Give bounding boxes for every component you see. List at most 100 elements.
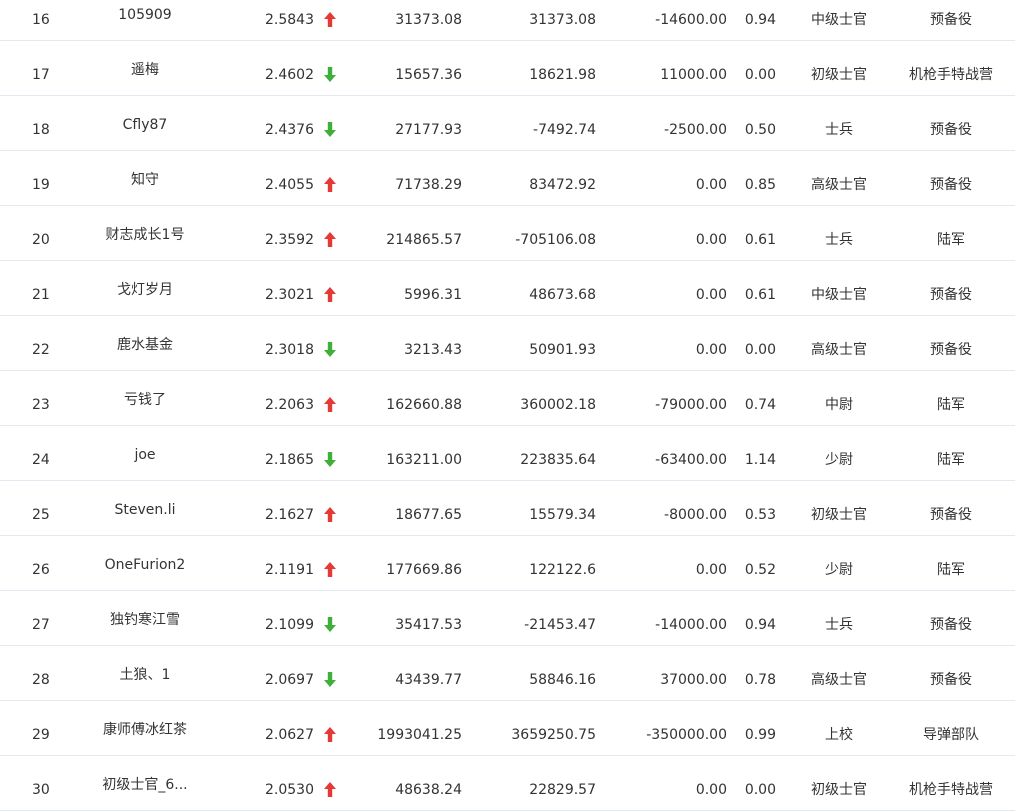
rank-cell: 30 [32,782,50,798]
value-cell-1: 48638.24 [395,782,462,798]
group-cell: 机枪手特战营 [909,67,993,83]
level-cell: 中级士官 [811,287,867,303]
user-name-cell[interactable]: 鹿水基金 [90,335,200,355]
group-cell: 预备役 [930,12,972,28]
table-row[interactable]: 19 知守 2.4055 71738.29 83472.92 0.00 0.85… [0,151,1015,206]
user-name-cell[interactable]: 独钓寒江雪 [90,610,200,630]
score-cell: 2.3592 [265,232,314,248]
table-row[interactable]: 22 鹿水基金 2.3018 3213.43 50901.93 0.00 0.0… [0,316,1015,371]
value-cell-3: -8000.00 [664,507,727,523]
arrow-down-icon [323,616,337,633]
table-row[interactable]: 26 OneFurion2 2.1191 177669.86 122122.6 … [0,536,1015,591]
user-name-cell[interactable]: Cfly87 [90,115,200,135]
value-cell-4: 0.00 [744,67,776,83]
arrow-down-icon [323,671,337,688]
user-name-cell[interactable]: 戈灯岁月 [90,280,200,300]
user-name-cell[interactable]: joe [90,445,200,465]
level-cell: 士兵 [825,232,853,248]
rank-cell: 18 [32,122,50,138]
leaderboard-table: 16 105909 2.5843 31373.08 31373.08 -1460… [0,0,1015,811]
value-cell-1: 35417.53 [395,617,462,633]
table-row[interactable]: 30 初级士官_6... 2.0530 48638.24 22829.57 0.… [0,756,1015,811]
group-cell: 预备役 [930,122,972,138]
value-cell-4: 0.94 [744,12,776,28]
user-name-cell[interactable]: 105909 [90,5,200,25]
value-cell-4: 1.14 [744,452,776,468]
arrow-up-icon [323,726,337,743]
value-cell-4: 0.00 [744,342,776,358]
value-cell-4: 0.94 [744,617,776,633]
value-cell-2: -21453.47 [524,617,596,633]
table-row[interactable]: 20 财志成长1号 2.3592 214865.57 -705106.08 0.… [0,206,1015,261]
score-cell: 2.3018 [265,342,314,358]
level-cell: 中级士官 [811,12,867,28]
value-cell-3: -2500.00 [664,122,727,138]
table-row[interactable]: 23 亏钱了 2.2063 162660.88 360002.18 -79000… [0,371,1015,426]
score-cell: 2.4376 [265,122,314,138]
table-row[interactable]: 28 土狼、1 2.0697 43439.77 58846.16 37000.0… [0,646,1015,701]
value-cell-4: 0.99 [744,727,776,743]
group-cell: 预备役 [930,342,972,358]
table-row[interactable]: 24 joe 2.1865 163211.00 223835.64 -63400… [0,426,1015,481]
table-row[interactable]: 25 Steven.li 2.1627 18677.65 15579.34 -8… [0,481,1015,536]
rank-cell: 21 [32,287,50,303]
rank-cell: 22 [32,342,50,358]
user-name-cell[interactable]: 遥梅 [90,60,200,80]
table-row[interactable]: 27 独钓寒江雪 2.1099 35417.53 -21453.47 -1400… [0,591,1015,646]
group-cell: 陆军 [937,562,965,578]
value-cell-2: -705106.08 [515,232,596,248]
value-cell-3: 0.00 [695,342,727,358]
group-cell: 陆军 [937,232,965,248]
user-name-cell[interactable]: 土狼、1 [90,665,200,685]
table-row[interactable]: 21 戈灯岁月 2.3021 5996.31 48673.68 0.00 0.6… [0,261,1015,316]
rank-cell: 29 [32,727,50,743]
user-name-cell[interactable]: 财志成长1号 [90,225,200,245]
value-cell-2: -7492.74 [533,122,596,138]
user-name-cell[interactable]: Steven.li [90,500,200,520]
score-cell: 2.1627 [265,507,314,523]
value-cell-1: 177669.86 [386,562,462,578]
score-cell: 2.1099 [265,617,314,633]
level-cell: 中尉 [825,397,853,413]
level-cell: 初级士官 [811,782,867,798]
group-cell: 导弹部队 [923,727,979,743]
table-row[interactable]: 17 遥梅 2.4602 15657.36 18621.98 11000.00 … [0,41,1015,96]
rank-cell: 25 [32,507,50,523]
value-cell-2: 31373.08 [529,12,596,28]
arrow-down-icon [323,451,337,468]
group-cell: 陆军 [937,452,965,468]
user-name-cell[interactable]: 初级士官_6... [90,775,200,795]
table-row[interactable]: 29 康师傅冰红茶 2.0627 1993041.25 3659250.75 -… [0,701,1015,756]
value-cell-3: 0.00 [695,782,727,798]
value-cell-2: 48673.68 [529,287,596,303]
value-cell-1: 3213.43 [404,342,462,358]
level-cell: 士兵 [825,122,853,138]
table-row[interactable]: 16 105909 2.5843 31373.08 31373.08 -1460… [0,0,1015,41]
value-cell-3: 0.00 [695,177,727,193]
rank-cell: 24 [32,452,50,468]
level-cell: 少尉 [825,562,853,578]
rank-cell: 26 [32,562,50,578]
value-cell-4: 0.50 [744,122,776,138]
table-row[interactable]: 18 Cfly87 2.4376 27177.93 -7492.74 -2500… [0,96,1015,151]
user-name-cell[interactable]: 康师傅冰红茶 [90,720,200,740]
rank-cell: 20 [32,232,50,248]
score-cell: 2.4055 [265,177,314,193]
level-cell: 高级士官 [811,177,867,193]
user-name-cell[interactable]: 知守 [90,170,200,190]
score-cell: 2.1191 [265,562,314,578]
user-name-cell[interactable]: OneFurion2 [90,555,200,575]
value-cell-1: 5996.31 [404,287,462,303]
score-cell: 2.3021 [265,287,314,303]
score-cell: 2.0627 [265,727,314,743]
value-cell-4: 0.85 [744,177,776,193]
value-cell-1: 1993041.25 [377,727,462,743]
value-cell-2: 3659250.75 [511,727,596,743]
score-cell: 2.0530 [265,782,314,798]
user-name-cell[interactable]: 亏钱了 [90,390,200,410]
level-cell: 初级士官 [811,67,867,83]
value-cell-2: 58846.16 [529,672,596,688]
rank-cell: 17 [32,67,50,83]
arrow-up-icon [323,11,337,28]
value-cell-1: 15657.36 [395,67,462,83]
